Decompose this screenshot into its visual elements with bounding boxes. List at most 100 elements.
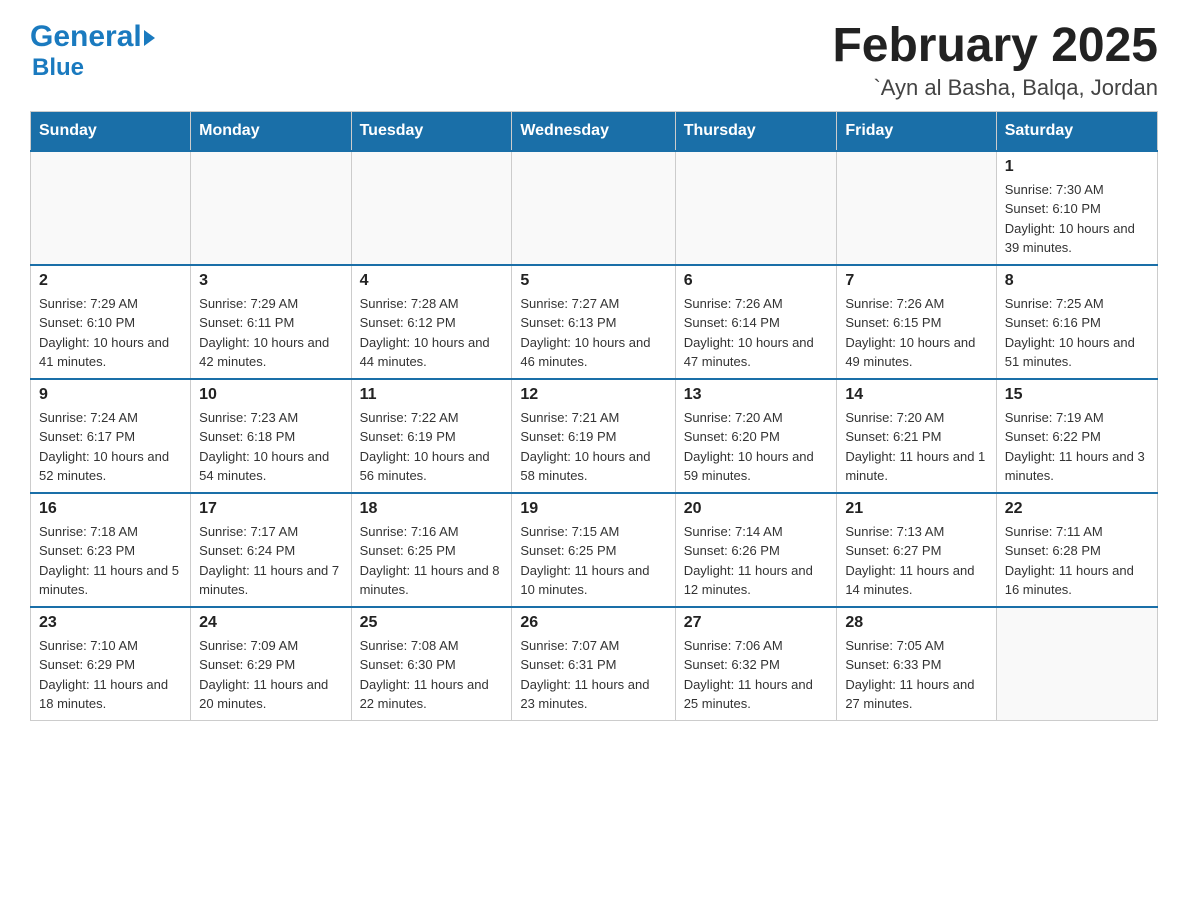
day-info: Sunrise: 7:29 AM Sunset: 6:11 PM Dayligh…	[199, 294, 342, 372]
calendar-cell: 18 Sunrise: 7:16 AM Sunset: 6:25 PM Dayli…	[351, 493, 512, 607]
calendar-cell: 3 Sunrise: 7:29 AM Sunset: 6:11 PM Daylig…	[191, 265, 351, 379]
calendar-cell: 27 Sunrise: 7:06 AM Sunset: 6:32 PM Dayli…	[675, 607, 837, 721]
calendar-cell: 8 Sunrise: 7:25 AM Sunset: 6:16 PM Daylig…	[996, 265, 1157, 379]
title-area: February 2025 `Ayn al Basha, Balqa, Jord…	[832, 20, 1158, 101]
calendar-cell: 14 Sunrise: 7:20 AM Sunset: 6:21 PM Dayli…	[837, 379, 996, 493]
calendar-table: SundayMondayTuesdayWednesdayThursdayFrid…	[30, 111, 1158, 721]
day-number: 7	[845, 272, 987, 290]
calendar-cell	[675, 151, 837, 265]
day-info: Sunrise: 7:26 AM Sunset: 6:14 PM Dayligh…	[684, 294, 829, 372]
calendar-cell: 19 Sunrise: 7:15 AM Sunset: 6:25 PM Dayli…	[512, 493, 675, 607]
logo: General Blue	[30, 20, 155, 82]
calendar-cell	[351, 151, 512, 265]
day-info: Sunrise: 7:22 AM Sunset: 6:19 PM Dayligh…	[360, 408, 504, 486]
day-number: 5	[520, 272, 666, 290]
calendar-cell: 22 Sunrise: 7:11 AM Sunset: 6:28 PM Dayli…	[996, 493, 1157, 607]
day-info: Sunrise: 7:28 AM Sunset: 6:12 PM Dayligh…	[360, 294, 504, 372]
day-number: 25	[360, 614, 504, 632]
day-number: 3	[199, 272, 342, 290]
calendar-cell: 28 Sunrise: 7:05 AM Sunset: 6:33 PM Dayli…	[837, 607, 996, 721]
calendar-cell: 20 Sunrise: 7:14 AM Sunset: 6:26 PM Dayli…	[675, 493, 837, 607]
day-number: 19	[520, 500, 666, 518]
day-number: 22	[1005, 500, 1149, 518]
calendar-cell: 21Sunrise: 7:13 AM Sunset: 6:27 PM Dayli…	[837, 493, 996, 607]
day-number: 24	[199, 614, 342, 632]
day-number: 12	[520, 386, 666, 404]
calendar-header-row: SundayMondayTuesdayWednesdayThursdayFrid…	[31, 111, 1158, 151]
day-number: 6	[684, 272, 829, 290]
day-info: Sunrise: 7:14 AM Sunset: 6:26 PM Dayligh…	[684, 522, 829, 600]
logo-blue-text: Blue	[32, 54, 84, 82]
day-info: Sunrise: 7:07 AM Sunset: 6:31 PM Dayligh…	[520, 636, 666, 714]
day-info: Sunrise: 7:16 AM Sunset: 6:25 PM Dayligh…	[360, 522, 504, 600]
day-info: Sunrise: 7:06 AM Sunset: 6:32 PM Dayligh…	[684, 636, 829, 714]
calendar-week-row: 1Sunrise: 7:30 AM Sunset: 6:10 PM Daylig…	[31, 151, 1158, 265]
calendar-cell	[31, 151, 191, 265]
calendar-cell: 1Sunrise: 7:30 AM Sunset: 6:10 PM Daylig…	[996, 151, 1157, 265]
day-info: Sunrise: 7:08 AM Sunset: 6:30 PM Dayligh…	[360, 636, 504, 714]
day-info: Sunrise: 7:13 AM Sunset: 6:27 PM Dayligh…	[845, 522, 987, 600]
day-of-week-header: Thursday	[675, 111, 837, 151]
calendar-cell: 7 Sunrise: 7:26 AM Sunset: 6:15 PM Daylig…	[837, 265, 996, 379]
day-number: 20	[684, 500, 829, 518]
day-of-week-header: Sunday	[31, 111, 191, 151]
day-info: Sunrise: 7:21 AM Sunset: 6:19 PM Dayligh…	[520, 408, 666, 486]
calendar-cell: 6 Sunrise: 7:26 AM Sunset: 6:14 PM Daylig…	[675, 265, 837, 379]
day-number: 23	[39, 614, 182, 632]
calendar-cell: 23 Sunrise: 7:10 AM Sunset: 6:29 PM Dayli…	[31, 607, 191, 721]
day-number: 10	[199, 386, 342, 404]
day-number: 17	[199, 500, 342, 518]
day-number: 14	[845, 386, 987, 404]
day-number: 27	[684, 614, 829, 632]
day-of-week-header: Wednesday	[512, 111, 675, 151]
day-number: 4	[360, 272, 504, 290]
calendar-cell: 25 Sunrise: 7:08 AM Sunset: 6:30 PM Dayli…	[351, 607, 512, 721]
calendar-week-row: 2Sunrise: 7:29 AM Sunset: 6:10 PM Daylig…	[31, 265, 1158, 379]
day-info: Sunrise: 7:19 AM Sunset: 6:22 PM Dayligh…	[1005, 408, 1149, 486]
calendar-cell	[837, 151, 996, 265]
day-info: Sunrise: 7:09 AM Sunset: 6:29 PM Dayligh…	[199, 636, 342, 714]
day-number: 15	[1005, 386, 1149, 404]
day-info: Sunrise: 7:20 AM Sunset: 6:20 PM Dayligh…	[684, 408, 829, 486]
day-info: Sunrise: 7:20 AM Sunset: 6:21 PM Dayligh…	[845, 408, 987, 486]
day-number: 26	[520, 614, 666, 632]
logo-general-text: General	[30, 20, 155, 54]
day-number: 2	[39, 272, 182, 290]
calendar-cell: 10 Sunrise: 7:23 AM Sunset: 6:18 PM Dayli…	[191, 379, 351, 493]
day-number: 8	[1005, 272, 1149, 290]
day-info: Sunrise: 7:05 AM Sunset: 6:33 PM Dayligh…	[845, 636, 987, 714]
day-of-week-header: Monday	[191, 111, 351, 151]
day-of-week-header: Tuesday	[351, 111, 512, 151]
calendar-cell: 9Sunrise: 7:24 AM Sunset: 6:17 PM Daylig…	[31, 379, 191, 493]
day-info: Sunrise: 7:24 AM Sunset: 6:17 PM Dayligh…	[39, 408, 182, 486]
day-of-week-header: Saturday	[996, 111, 1157, 151]
day-number: 28	[845, 614, 987, 632]
day-info: Sunrise: 7:10 AM Sunset: 6:29 PM Dayligh…	[39, 636, 182, 714]
day-info: Sunrise: 7:30 AM Sunset: 6:10 PM Dayligh…	[1005, 180, 1149, 258]
calendar-cell: 13 Sunrise: 7:20 AM Sunset: 6:20 PM Dayli…	[675, 379, 837, 493]
calendar-cell: 24 Sunrise: 7:09 AM Sunset: 6:29 PM Dayli…	[191, 607, 351, 721]
calendar-cell	[996, 607, 1157, 721]
day-info: Sunrise: 7:11 AM Sunset: 6:28 PM Dayligh…	[1005, 522, 1149, 600]
calendar-cell: 12 Sunrise: 7:21 AM Sunset: 6:19 PM Dayli…	[512, 379, 675, 493]
day-of-week-header: Friday	[837, 111, 996, 151]
calendar-week-row: 9Sunrise: 7:24 AM Sunset: 6:17 PM Daylig…	[31, 379, 1158, 493]
day-info: Sunrise: 7:26 AM Sunset: 6:15 PM Dayligh…	[845, 294, 987, 372]
calendar-cell: 15 Sunrise: 7:19 AM Sunset: 6:22 PM Dayli…	[996, 379, 1157, 493]
day-info: Sunrise: 7:23 AM Sunset: 6:18 PM Dayligh…	[199, 408, 342, 486]
calendar-cell	[191, 151, 351, 265]
calendar-week-row: 16 Sunrise: 7:18 AM Sunset: 6:23 PM Dayli…	[31, 493, 1158, 607]
day-number: 11	[360, 386, 504, 404]
location-subtitle: `Ayn al Basha, Balqa, Jordan	[832, 75, 1158, 101]
day-info: Sunrise: 7:15 AM Sunset: 6:25 PM Dayligh…	[520, 522, 666, 600]
calendar-cell	[512, 151, 675, 265]
day-number: 18	[360, 500, 504, 518]
day-info: Sunrise: 7:25 AM Sunset: 6:16 PM Dayligh…	[1005, 294, 1149, 372]
calendar-cell: 16 Sunrise: 7:18 AM Sunset: 6:23 PM Dayli…	[31, 493, 191, 607]
day-number: 13	[684, 386, 829, 404]
calendar-cell: 5Sunrise: 7:27 AM Sunset: 6:13 PM Daylig…	[512, 265, 675, 379]
day-info: Sunrise: 7:18 AM Sunset: 6:23 PM Dayligh…	[39, 522, 182, 600]
calendar-cell: 17Sunrise: 7:17 AM Sunset: 6:24 PM Dayli…	[191, 493, 351, 607]
day-number: 16	[39, 500, 182, 518]
calendar-cell: 4 Sunrise: 7:28 AM Sunset: 6:12 PM Daylig…	[351, 265, 512, 379]
